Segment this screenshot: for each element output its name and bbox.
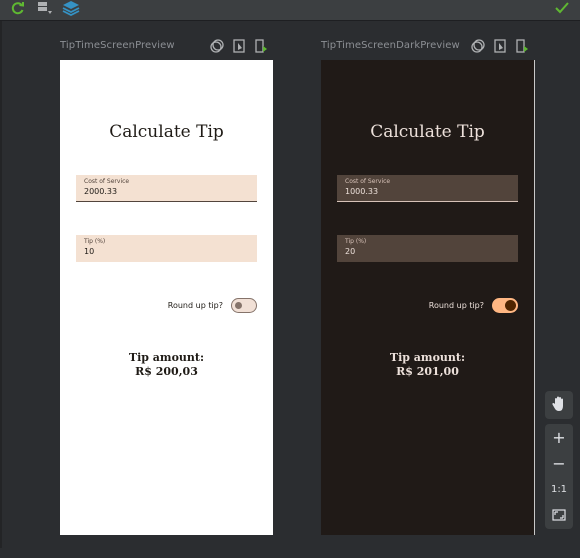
deploy-to-device-icon[interactable] [514,38,530,54]
tip-percent-value: 10 [84,247,95,256]
tip-percent-label: Tip (%) [84,238,106,245]
animation-inspect-icon[interactable] [470,38,486,54]
phone-preview-light: Calculate Tip Cost of Service 2000.33 Ti… [60,60,273,535]
pan-panel [545,391,573,419]
layout-icon[interactable] [36,0,54,16]
deploy-to-device-icon[interactable] [253,38,269,54]
preview-actions-dark [470,38,530,54]
interactive-mode-icon[interactable] [231,38,247,54]
zoom-in-button[interactable]: + [545,424,573,450]
design-toolbar [0,0,580,21]
tip-amount-label: Tip amount: [389,351,466,364]
preview-name-dark: TipTimeScreenDarkPreview [321,40,460,51]
cost-of-service-field[interactable]: Cost of Service 2000.33 [76,175,257,202]
switch-thumb [505,300,516,311]
screen-title: Calculate Tip [370,122,485,142]
layers-icon[interactable] [62,0,80,16]
refresh-icon[interactable] [9,0,27,16]
tip-amount-block: Tip amount: R$ 201,00 [321,351,534,379]
switch-thumb [235,301,242,309]
round-up-row: Round up tip? [429,298,518,313]
cost-of-service-field[interactable]: Cost of Service 1000.33 [337,175,518,202]
zoom-actual-size-button[interactable]: 1:1 [545,476,573,502]
round-up-label: Round up tip? [428,301,484,310]
preview-name-light: TipTimeScreenPreview [60,40,175,51]
hand-icon[interactable] [545,391,573,417]
tip-percent-label: Tip (%) [345,238,367,245]
preview-actions-light [209,38,269,54]
phone-preview-dark: Calculate Tip Cost of Service 1000.33 Ti… [321,60,535,535]
tip-amount-value: R$ 201,00 [396,365,459,378]
round-up-switch[interactable] [492,298,518,313]
tip-percent-value: 20 [345,247,356,256]
screen-title: Calculate Tip [109,122,224,142]
bottom-status-strip [0,548,580,558]
round-up-label: Round up tip? [167,301,223,310]
left-gutter [0,21,2,558]
cost-of-service-value: 1000.33 [345,187,379,196]
zoom-out-button[interactable]: − [545,450,573,476]
tip-percent-field[interactable]: Tip (%) 20 [337,235,518,262]
interactive-mode-icon[interactable] [492,38,508,54]
cost-of-service-value: 2000.33 [84,187,118,196]
cost-of-service-label: Cost of Service [84,178,130,185]
tip-amount-block: Tip amount: R$ 200,03 [60,351,273,379]
zoom-panel: + − 1:1 [545,424,573,529]
round-up-row: Round up tip? [168,298,257,313]
fit-screen-icon[interactable] [545,502,573,528]
tip-amount-label: Tip amount: [128,351,205,364]
animation-inspect-icon[interactable] [209,38,225,54]
tip-percent-field[interactable]: Tip (%) 10 [76,235,257,262]
cost-of-service-label: Cost of Service [345,178,391,185]
round-up-switch[interactable] [231,298,257,313]
preview-editor: TipTimeScreenPreview TipTimeScreenDarkPr… [0,0,580,558]
checkmark-icon [553,0,571,16]
tip-amount-value: R$ 200,03 [135,365,198,378]
